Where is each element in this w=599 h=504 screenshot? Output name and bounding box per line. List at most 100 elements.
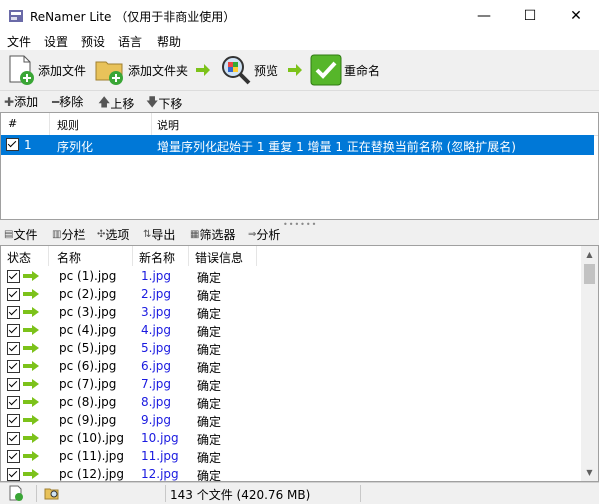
add-file-small-icon[interactable] [8,485,24,501]
preview-button[interactable]: 预览 [220,50,278,90]
arrow-right-icon [23,289,39,299]
minimize-button[interactable]: — [461,0,507,32]
add-folders-label: 添加文件夹 [128,63,189,78]
vertical-scrollbar[interactable]: ▲ ▼ [581,246,598,481]
rule-row[interactable]: 1 序列化 增量序列化起始于 1 重复 1 增量 1 正在替换当前名称 (忽略扩… [1,135,594,155]
add-folders-button[interactable]: 添加文件夹 [94,50,188,90]
file-checkbox[interactable] [7,468,20,481]
table-row[interactable]: pc (4).jpg 4.jpg 确定 [1,321,581,339]
table-row[interactable]: pc (6).jpg 6.jpg 确定 [1,357,581,375]
scroll-thumb[interactable] [584,264,595,284]
scroll-down-icon[interactable]: ▼ [581,464,598,481]
file-checkbox[interactable] [7,324,20,337]
files-col-status[interactable]: 状态 [7,249,31,266]
files-header: 状态 名称 新名称 错误信息 [1,246,598,266]
file-new-name: 7.jpg [141,377,172,391]
file-checkbox[interactable] [7,270,20,283]
magnifier-icon [222,56,251,85]
file-new-name: 10.jpg [141,431,179,445]
filter-menu-label: 筛选器 [199,228,236,242]
file-error: 确定 [197,397,222,411]
scroll-up-icon[interactable]: ▲ [581,246,598,263]
files-col-name[interactable]: 名称 [57,249,81,266]
move-down-label: 下移 [158,97,183,111]
file-checkbox[interactable] [7,414,20,427]
arrow-right-icon [23,343,39,353]
menu-file[interactable]: 文件 [7,33,31,50]
add-rule-button[interactable]: ✚ 添加 [4,93,38,110]
table-row[interactable]: pc (3).jpg 3.jpg 确定 [1,303,581,321]
rename-button[interactable]: 重命名 [310,50,380,90]
file-new-name: 2.jpg [141,287,172,301]
rules-col-rule[interactable]: 规则 [57,117,79,133]
arrow-right-icon [23,415,39,425]
move-down-button[interactable]: 🡇 下移 [146,93,182,114]
arrow-right-icon [23,469,39,479]
menu-help[interactable]: 帮助 [157,33,181,50]
export-icon: ⇅ [143,229,152,240]
arrow-right-icon [288,64,302,76]
table-row[interactable]: pc (12).jpg 12.jpg 确定 [1,465,581,481]
table-row[interactable]: pc (10).jpg 10.jpg 确定 [1,429,581,447]
file-checkbox[interactable] [7,342,20,355]
add-files-label: 添加文件 [38,63,87,78]
table-row[interactable]: pc (11).jpg 11.jpg 确定 [1,447,581,465]
file-checkbox[interactable] [7,360,20,373]
remove-rule-label: 移除 [59,95,84,109]
table-row[interactable]: pc (7).jpg 7.jpg 确定 [1,375,581,393]
preview-label: 预览 [254,63,279,78]
files-menu-button[interactable]: ▤ 文件 [4,226,37,243]
analyze-menu-label: 分析 [256,228,281,242]
menu-presets[interactable]: 预设 [81,33,105,50]
file-new-name: 6.jpg [141,359,172,373]
files-col-newname[interactable]: 新名称 [139,249,175,266]
rename-label: 重命名 [344,63,381,78]
move-up-button[interactable]: 🡅 上移 [98,93,134,114]
file-error: 确定 [197,379,222,393]
file-error: 确定 [197,325,222,339]
arrow-right-icon [23,325,39,335]
add-files-button[interactable]: 添加文件 [6,50,86,90]
table-row[interactable]: pc (1).jpg 1.jpg 确定 [1,267,581,285]
rule-checkbox[interactable] [6,138,19,151]
file-name: pc (11).jpg [59,449,125,463]
rules-col-desc[interactable]: 说明 [157,117,179,133]
move-up-label: 上移 [110,97,135,111]
options-menu-button[interactable]: ✣ 选项 [97,226,129,243]
search-file-small-icon[interactable] [44,485,60,501]
file-name: pc (3).jpg [59,305,117,319]
rules-col-num[interactable]: # [8,117,17,130]
menu-settings[interactable]: 设置 [44,33,68,50]
file-name: pc (2).jpg [59,287,117,301]
file-checkbox[interactable] [7,288,20,301]
file-error: 确定 [197,433,222,447]
filter-menu-button[interactable]: ▦ 筛选器 [190,226,235,243]
files-icon: ▤ [4,229,14,240]
file-checkbox[interactable] [7,396,20,409]
menu-language[interactable]: 语言 [118,33,142,50]
files-panel: 状态 名称 新名称 错误信息 pc (1).jpg 1.jpg 确定 pc (2).j… [0,245,599,482]
table-row[interactable]: pc (5).jpg 5.jpg 确定 [1,339,581,357]
analyze-icon: ⇒ [248,229,257,240]
table-row[interactable]: pc (9).jpg 9.jpg 确定 [1,411,581,429]
table-row[interactable]: pc (8).jpg 8.jpg 确定 [1,393,581,411]
remove-rule-button[interactable]: ━ 移除 [52,93,83,110]
arrow-right-icon [23,433,39,443]
analyze-menu-button[interactable]: ⇒ 分析 [248,226,280,243]
file-checkbox[interactable] [7,432,20,445]
rule-num: 1 [24,138,32,152]
file-checkbox[interactable] [7,450,20,463]
columns-menu-button[interactable]: ▥ 分栏 [52,226,85,243]
close-button[interactable]: ✕ [553,0,599,32]
file-name: pc (5).jpg [59,341,117,355]
checkmark-icon [310,54,342,86]
file-checkbox[interactable] [7,378,20,391]
file-count-status: 143 个文件 (420.76 MB) [170,488,311,502]
files-col-error[interactable]: 错误信息 [195,249,243,266]
file-checkbox[interactable] [7,306,20,319]
table-row[interactable]: pc (2).jpg 2.jpg 确定 [1,285,581,303]
maximize-button[interactable]: ☐ [507,0,553,32]
export-menu-button[interactable]: ⇅ 导出 [143,226,175,243]
menu-bar: 文件 设置 预设 语言 帮助 [0,32,599,50]
plus-icon: ✚ [4,94,15,109]
